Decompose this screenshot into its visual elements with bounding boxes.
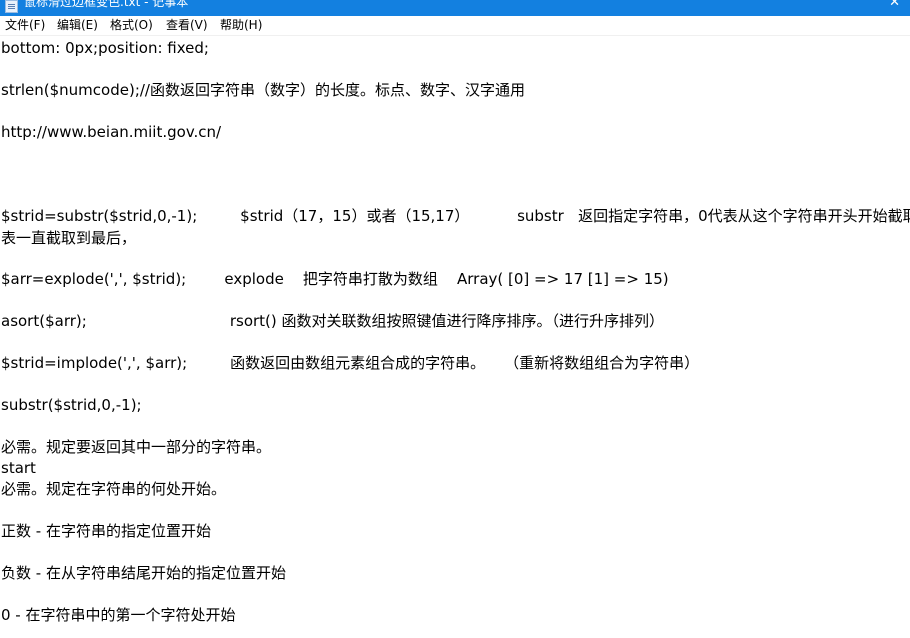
text-editor[interactable]: bottom: 0px;position: fixed; strlen($num… [0, 36, 910, 638]
notepad-window: 鼠标滑过边框变色.txt - 记事本 ✕ 文件(F) 编辑(E) 格式(O) 查… [0, 0, 910, 638]
editor-line: $arr=explode(',', $strid); explode 把字符串打… [1, 270, 669, 288]
menu-file[interactable]: 文件(F) [5, 18, 45, 33]
editor-line: 必需。规定在字符串的何处开始。 [1, 480, 227, 498]
editor-line: substr($strid,0,-1); [1, 396, 142, 414]
editor-line: asort($arr); rsort() 函数对关联数组按照键值进行降序排序。（… [1, 312, 665, 330]
menu-help[interactable]: 帮助(H) [220, 18, 262, 33]
editor-line: 负数 - 在从字符串结尾开始的指定位置开始 [1, 564, 286, 582]
editor-line: start [1, 459, 36, 477]
editor-line: strlen($numcode);//函数返回字符串（数字）的长度。标点、数字、… [1, 81, 525, 99]
editor-line: 正数 - 在字符串的指定位置开始 [1, 522, 211, 540]
editor-line: http://www.beian.miit.gov.cn/ [1, 123, 222, 141]
notepad-icon [5, 0, 18, 13]
window-title: 鼠标滑过边框变色.txt - 记事本 [24, 0, 189, 9]
menu-bar: 文件(F) 编辑(E) 格式(O) 查看(V) 帮助(H) [0, 16, 910, 36]
editor-line: 必需。规定要返回其中一部分的字符串。 [1, 438, 272, 456]
editor-line: 0 - 在字符串中的第一个字符处开始 [1, 606, 236, 624]
editor-line: $strid=substr($strid,0,-1); $strid（17，15… [1, 207, 910, 225]
close-icon[interactable]: ✕ [889, 0, 900, 10]
menu-edit[interactable]: 编辑(E) [57, 18, 98, 33]
menu-view[interactable]: 查看(V) [166, 18, 208, 33]
editor-line: $strid=implode(',', $arr); 函数返回由数组元素组合成的… [1, 354, 700, 372]
menu-format[interactable]: 格式(O) [110, 18, 153, 33]
editor-line: bottom: 0px;position: fixed; [1, 39, 209, 57]
editor-line: 表一直截取到最后， [1, 229, 137, 247]
title-bar[interactable]: 鼠标滑过边框变色.txt - 记事本 ✕ [0, 0, 910, 16]
